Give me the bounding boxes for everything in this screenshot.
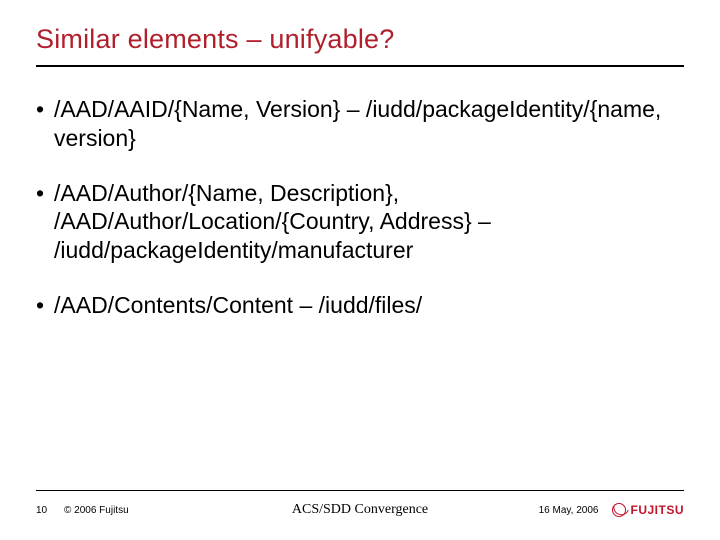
footer-row: 10 © 2006 Fujitsu ACS/SDD Convergence 16…	[0, 495, 720, 525]
title-rule	[36, 65, 684, 67]
bullet-marker: •	[36, 95, 54, 153]
slide-content: • /AAD/AAID/{Name, Version} – /iudd/pack…	[36, 95, 684, 320]
bullet-text: /AAD/Contents/Content – /iudd/files/	[54, 291, 684, 320]
bullet-text: /AAD/AAID/{Name, Version} – /iudd/packag…	[54, 95, 684, 153]
bullet-item: • /AAD/Author/{Name, Description}, /AAD/…	[36, 179, 684, 265]
slide-title: Similar elements – unifyable?	[36, 24, 684, 55]
fujitsu-logo: FUJITSU	[612, 503, 684, 517]
bullet-item: • /AAD/AAID/{Name, Version} – /iudd/pack…	[36, 95, 684, 153]
fujitsu-logo-text: FUJITSU	[630, 503, 684, 517]
bullet-marker: •	[36, 179, 54, 265]
fujitsu-logo-mark-icon	[612, 503, 626, 517]
footer-rule	[36, 490, 684, 491]
bullet-text: /AAD/Author/{Name, Description}, /AAD/Au…	[54, 179, 684, 265]
bullet-item: • /AAD/Contents/Content – /iudd/files/	[36, 291, 684, 320]
footer-date: 16 May, 2006	[539, 505, 599, 516]
bullet-marker: •	[36, 291, 54, 320]
copyright-text: © 2006 Fujitsu	[64, 505, 129, 516]
footer-center-title: ACS/SDD Convergence	[292, 502, 428, 518]
slide: Similar elements – unifyable? • /AAD/AAI…	[0, 0, 720, 540]
page-number: 10	[36, 505, 58, 516]
slide-footer: 10 © 2006 Fujitsu ACS/SDD Convergence 16…	[0, 490, 720, 528]
